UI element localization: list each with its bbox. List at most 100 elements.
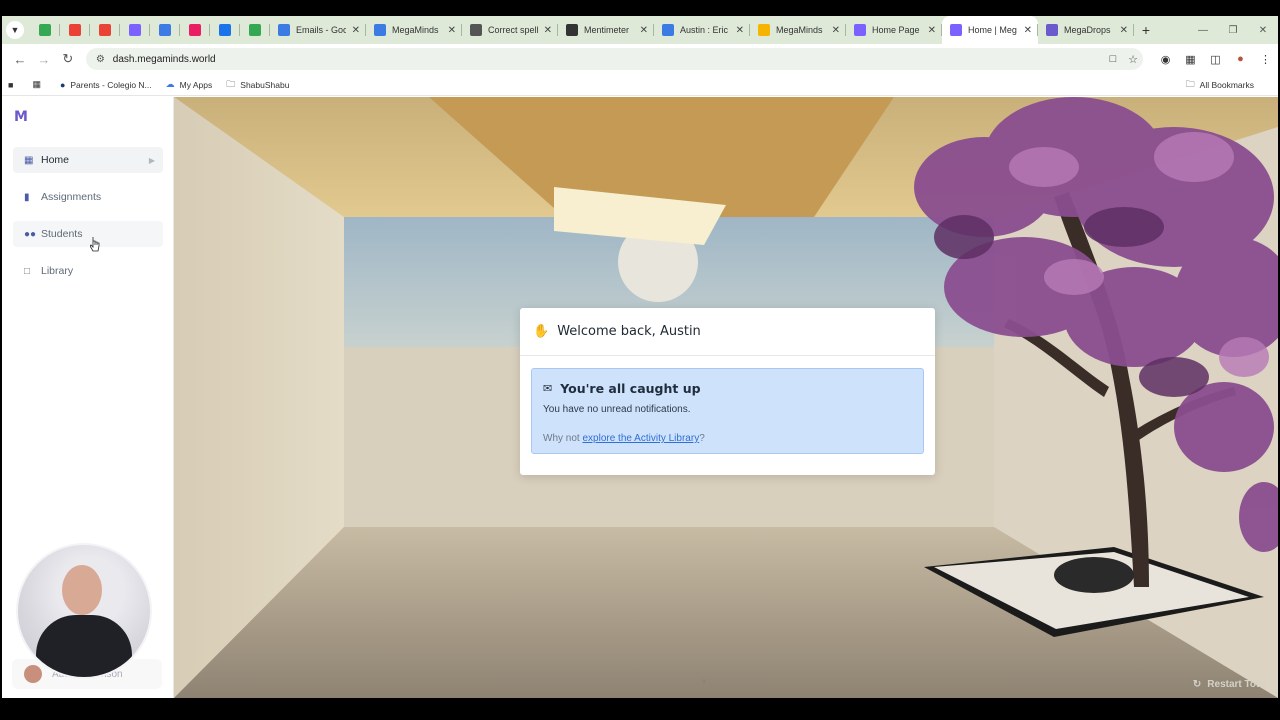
tab-title: MegaMinds: [392, 25, 439, 35]
restart-tour-button[interactable]: ↻ Restart Tour: [1193, 679, 1266, 690]
sidebar-item-label: Students: [41, 228, 83, 240]
address-bar[interactable]: ⚙ dash.megaminds.world □ ☆: [85, 48, 1143, 70]
people-icon: ●●: [24, 228, 37, 240]
dashboard-icon: ▦: [24, 154, 34, 166]
close-tab-icon[interactable]: ✕: [544, 25, 552, 36]
sidebar-item-label: Library: [41, 265, 74, 277]
close-tab-icon[interactable]: ✕: [640, 25, 648, 36]
sidebar-item-assignments[interactable]: ▮ Assignments: [13, 184, 163, 210]
back-icon[interactable]: ←: [8, 52, 32, 67]
mouse-pointer-icon: [90, 237, 100, 252]
site-favicon-icon: [374, 24, 386, 36]
install-app-icon[interactable]: □: [1103, 53, 1123, 65]
tab-title: MegaMinds: [776, 25, 823, 35]
browser-tab[interactable]: Correct spelli ✕: [462, 16, 558, 44]
apps-grid-icon[interactable]: ▦: [32, 79, 46, 90]
bookmark-star-icon[interactable]: ☆: [1123, 53, 1143, 66]
bookmark-shabushabu[interactable]: 🗀 ShabuShabu: [226, 77, 289, 93]
site-favicon-icon: [69, 24, 81, 36]
forward-icon[interactable]: →: [32, 52, 56, 67]
all-bookmarks[interactable]: 🗀 All Bookmarks: [1186, 74, 1254, 96]
notice-body: You have no unread notifications.: [543, 404, 691, 415]
reload-icon[interactable]: ↻: [56, 51, 80, 67]
sidebar-item-home[interactable]: ▦ Home ▶: [13, 147, 163, 173]
pinned-tab[interactable]: [30, 16, 60, 44]
sidebar-item-library[interactable]: □ Library: [13, 258, 163, 284]
browser-window: ▼ Emails - Goo ✕ MegaMinds ✕ Correct spelli ✕…: [2, 16, 1278, 698]
close-tab-icon[interactable]: ✕: [1120, 25, 1128, 36]
browser-tab[interactable]: Home Page ✕: [846, 16, 942, 44]
pinned-tab[interactable]: [90, 16, 120, 44]
mailbox-icon: ✉: [543, 382, 553, 395]
welcome-greeting: Welcome back, Austin: [557, 324, 701, 339]
tab-title: Emails - Goo: [296, 25, 346, 35]
close-tab-icon[interactable]: ✕: [736, 25, 744, 36]
close-tab-icon[interactable]: ✕: [448, 25, 456, 36]
site-favicon-icon: [159, 24, 171, 36]
window-controls: — ❐ ✕: [1188, 16, 1278, 44]
browser-tab[interactable]: MegaDrops ✕: [1038, 16, 1134, 44]
sidepanel-icon[interactable]: ◫: [1203, 53, 1228, 66]
open-tabs: Emails - Goo ✕ MegaMinds ✕ Correct spelli ✕ Me…: [270, 16, 1134, 44]
extensions-puzzle-icon[interactable]: ▦: [1178, 53, 1203, 66]
browser-menu-icon[interactable]: ⋮: [1253, 53, 1278, 66]
pinned-tab[interactable]: [240, 16, 270, 44]
sidebar-item-students[interactable]: ●● Students: [13, 221, 163, 247]
browser-tab[interactable]: Emails - Goo ✕: [270, 16, 366, 44]
close-tab-icon[interactable]: ✕: [352, 25, 360, 36]
tab-title: Austin : Eric: [680, 25, 729, 35]
site-info-icon[interactable]: ⚙: [96, 54, 105, 65]
pinned-tab[interactable]: [120, 16, 150, 44]
tab-title: Home Page: [872, 25, 920, 35]
site-favicon-icon: [1046, 24, 1058, 36]
browser-tab[interactable]: MegaMinds ✕: [366, 16, 462, 44]
scroll-down-icon[interactable]: ▼: [700, 677, 708, 686]
activity-library-link[interactable]: explore the Activity Library: [582, 433, 699, 444]
pinned-tab[interactable]: [210, 16, 240, 44]
bookmarks-bar: ■ ▦ ● Parents - Colegio N... ☁ My Apps 🗀 Sh…: [2, 74, 1278, 96]
close-tab-icon[interactable]: ✕: [928, 25, 936, 36]
bookmark-my-apps[interactable]: ☁ My Apps: [166, 79, 213, 90]
site-favicon-icon: [470, 24, 482, 36]
restore-icon[interactable]: ❐: [1218, 25, 1248, 36]
browser-tab[interactable]: Home | Meg ✕: [942, 16, 1038, 44]
site-favicon-icon: [566, 24, 578, 36]
extension-icon[interactable]: ◉: [1153, 53, 1178, 66]
chevron-right-icon: ▶: [148, 155, 155, 165]
folder-icon: 🗀: [1185, 79, 1195, 89]
tab-strip: ▼ Emails - Goo ✕ MegaMinds ✕ Correct spelli ✕…: [2, 16, 1278, 44]
notifications-notice: ✉ You're all caught up You have no unrea…: [531, 368, 924, 454]
bookmark-parents[interactable]: ● Parents - Colegio N...: [60, 80, 152, 90]
profile-avatar-icon[interactable]: ●: [1228, 53, 1253, 65]
globe-icon: ●: [59, 79, 66, 90]
site-favicon-icon: [99, 24, 111, 36]
library-prompt: Why not explore the Activity Library?: [543, 433, 705, 444]
waving-hand-icon: ✋: [533, 324, 550, 339]
close-tab-icon[interactable]: ✕: [832, 25, 840, 36]
folder-icon: □: [24, 265, 31, 277]
bookmark-sidebar-icon[interactable]: ■: [8, 80, 18, 90]
browser-tab[interactable]: Mentimeter ✕: [558, 16, 654, 44]
tab-title: MegaDrops: [1064, 25, 1111, 35]
site-favicon-icon: [758, 24, 770, 36]
site-favicon-icon: [249, 24, 261, 36]
pinned-tab[interactable]: [150, 16, 180, 44]
close-window-icon[interactable]: ✕: [1248, 25, 1278, 36]
pinned-tab[interactable]: [60, 16, 90, 44]
site-favicon-icon: [219, 24, 231, 36]
site-favicon-icon: [950, 24, 962, 36]
notice-title: You're all caught up: [560, 381, 701, 396]
tab-search-chevron-icon[interactable]: ▼: [6, 21, 24, 39]
megaminds-logo[interactable]: M: [14, 109, 28, 125]
3d-classroom-scene[interactable]: ✋ Welcome back, Austin ✉ You're all caug…: [174, 97, 1278, 698]
toolbar-extensions: ◉ ▦ ◫ ● ⋮: [1153, 53, 1278, 66]
new-tab-button[interactable]: +: [1134, 22, 1158, 38]
close-tab-icon[interactable]: ✕: [1024, 25, 1032, 36]
minimize-icon[interactable]: —: [1188, 25, 1218, 36]
tab-title: Mentimeter: [584, 25, 630, 35]
browser-tab[interactable]: Austin : Eric ✕: [654, 16, 750, 44]
clipboard-icon: ▮: [24, 191, 30, 203]
browser-tab[interactable]: MegaMinds ✕: [750, 16, 846, 44]
tab-title: Correct spelli: [488, 25, 538, 35]
pinned-tab[interactable]: [180, 16, 210, 44]
